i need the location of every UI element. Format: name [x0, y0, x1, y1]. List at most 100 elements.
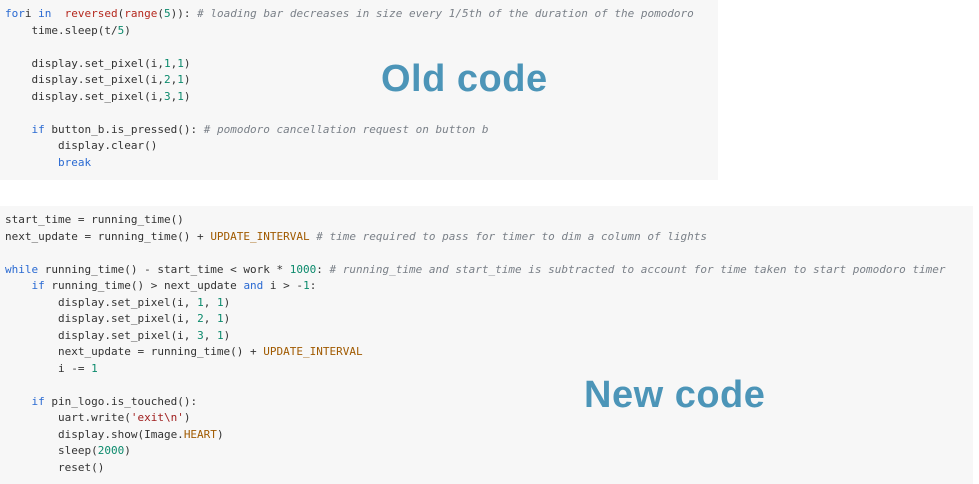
code-token: reversed: [64, 7, 118, 20]
code-line: if button_b.is_pressed(): # pomodoro can…: [5, 122, 694, 139]
code-token: # pomodoro cancellation request on butto…: [203, 122, 489, 136]
code-token: sleep(: [5, 444, 98, 457]
code-line: display.set_pixel(i, 3, 1): [5, 328, 945, 345]
code-token: i -=: [5, 361, 92, 375]
code-token: 2: [163, 73, 171, 86]
code-token: :: [183, 7, 198, 20]
new-code-panel: start_time = running_time() next_update =…: [0, 206, 973, 484]
code-token: 1: [303, 279, 310, 292]
code-token: 1: [163, 56, 171, 70]
code-line: next_update = running_time() + UPDATE_IN…: [5, 229, 945, 246]
code-token: 5: [163, 7, 171, 20]
code-line: next_update = running_time() + UPDATE_IN…: [5, 344, 945, 361]
code-token: ): [124, 23, 131, 37]
old-code-label: Old code: [381, 58, 548, 100]
code-line: display.set_pixel(i, 2, 1): [5, 311, 945, 328]
code-line: time.sleep(t/5): [5, 23, 694, 40]
code-token: 1: [197, 295, 204, 309]
code-line: sleep(2000): [5, 443, 945, 460]
code-token: ,: [203, 328, 217, 342]
code-line: if pin_logo.is_touched():: [5, 394, 945, 411]
code-token: ): [183, 56, 191, 70]
code-token: pin_logo.is_touched():: [44, 394, 198, 408]
code-token: 3: [163, 89, 171, 103]
code-token: ): [223, 312, 231, 325]
code-token: 2: [197, 312, 204, 325]
code-token: UPDATE_INTERVAL: [263, 345, 363, 358]
code-token: 1: [177, 73, 184, 86]
code-token: start_time = running_time(): [5, 213, 184, 226]
code-token: ): [223, 295, 231, 309]
code-token: display.clear(): [5, 139, 158, 152]
code-line: display.show(Image.HEART): [5, 427, 945, 444]
code-line: if running_time() > next_update and i > …: [5, 278, 945, 295]
code-token: :: [316, 262, 330, 276]
code-token: ,: [203, 312, 217, 325]
code-token: 1: [177, 56, 184, 70]
code-token: # running_time and start_time is subtrac…: [329, 262, 946, 276]
code-token: ): [124, 444, 131, 457]
code-line: display.clear(): [5, 138, 694, 155]
code-token: # loading bar decreases in size every 1/…: [197, 7, 694, 20]
old-code-block: fori in reversed(range(5)): # loading ba…: [5, 6, 694, 171]
code-token: i > -: [263, 279, 304, 292]
code-token: while: [5, 262, 39, 276]
code-token: 1: [177, 89, 184, 103]
code-token: if: [31, 394, 45, 408]
code-token: i: [24, 7, 39, 20]
code-token: ): [183, 411, 191, 424]
code-token: button_b.is_pressed():: [44, 122, 204, 136]
code-token: time.sleep(t/: [5, 23, 118, 37]
code-token: ): [216, 427, 224, 441]
code-token: display.show(Image.: [5, 427, 184, 441]
code-token: if: [31, 279, 45, 292]
code-token: ): [223, 328, 231, 342]
code-token: # time required to pass for timer to dim…: [309, 229, 708, 243]
code-token: range: [124, 7, 158, 20]
code-line: display.set_pixel(i,3,1): [5, 89, 694, 106]
code-token: ): [183, 73, 191, 86]
code-token: running_time() - start_time < work *: [38, 262, 290, 276]
code-token: display.set_pixel(i,: [5, 328, 198, 342]
code-token: 'exit\n': [130, 411, 184, 424]
code-token: 1: [216, 295, 224, 309]
code-token: display.set_pixel(i,: [5, 312, 198, 325]
code-token: uart.write(: [5, 411, 131, 424]
code-token: next_update = running_time() +: [5, 345, 264, 358]
code-token: if: [31, 122, 45, 136]
code-token: (: [157, 7, 164, 20]
code-token: and: [243, 279, 264, 292]
code-token: :: [309, 279, 317, 292]
code-token: for: [5, 7, 25, 20]
code-token: break: [57, 155, 92, 169]
code-line: while running_time() - start_time < work…: [5, 262, 945, 279]
code-token: ): [183, 89, 191, 103]
code-token: next_update = running_time() +: [5, 229, 211, 243]
code-line: fori in reversed(range(5)): # loading ba…: [5, 6, 694, 23]
code-token: 1000: [289, 262, 317, 276]
code-line: display.set_pixel(i,2,1): [5, 72, 694, 89]
code-line: display.set_pixel(i,1,1): [5, 56, 694, 73]
code-line: break: [5, 155, 694, 172]
code-token: )): [170, 7, 184, 20]
code-line: display.set_pixel(i, 1, 1): [5, 295, 945, 312]
code-token: UPDATE_INTERVAL: [210, 229, 310, 243]
code-token: display.set_pixel(i,: [5, 56, 164, 70]
code-token: HEART: [183, 427, 217, 441]
code-token: 2000: [97, 444, 125, 457]
code-line: uart.write('exit\n'): [5, 410, 945, 427]
code-token: 3: [197, 328, 204, 342]
old-code-panel: fori in reversed(range(5)): # loading ba…: [0, 0, 718, 180]
code-token: display.set_pixel(i,: [5, 295, 198, 309]
code-token: 1: [216, 312, 224, 325]
code-token: display.set_pixel(i,: [5, 89, 164, 103]
